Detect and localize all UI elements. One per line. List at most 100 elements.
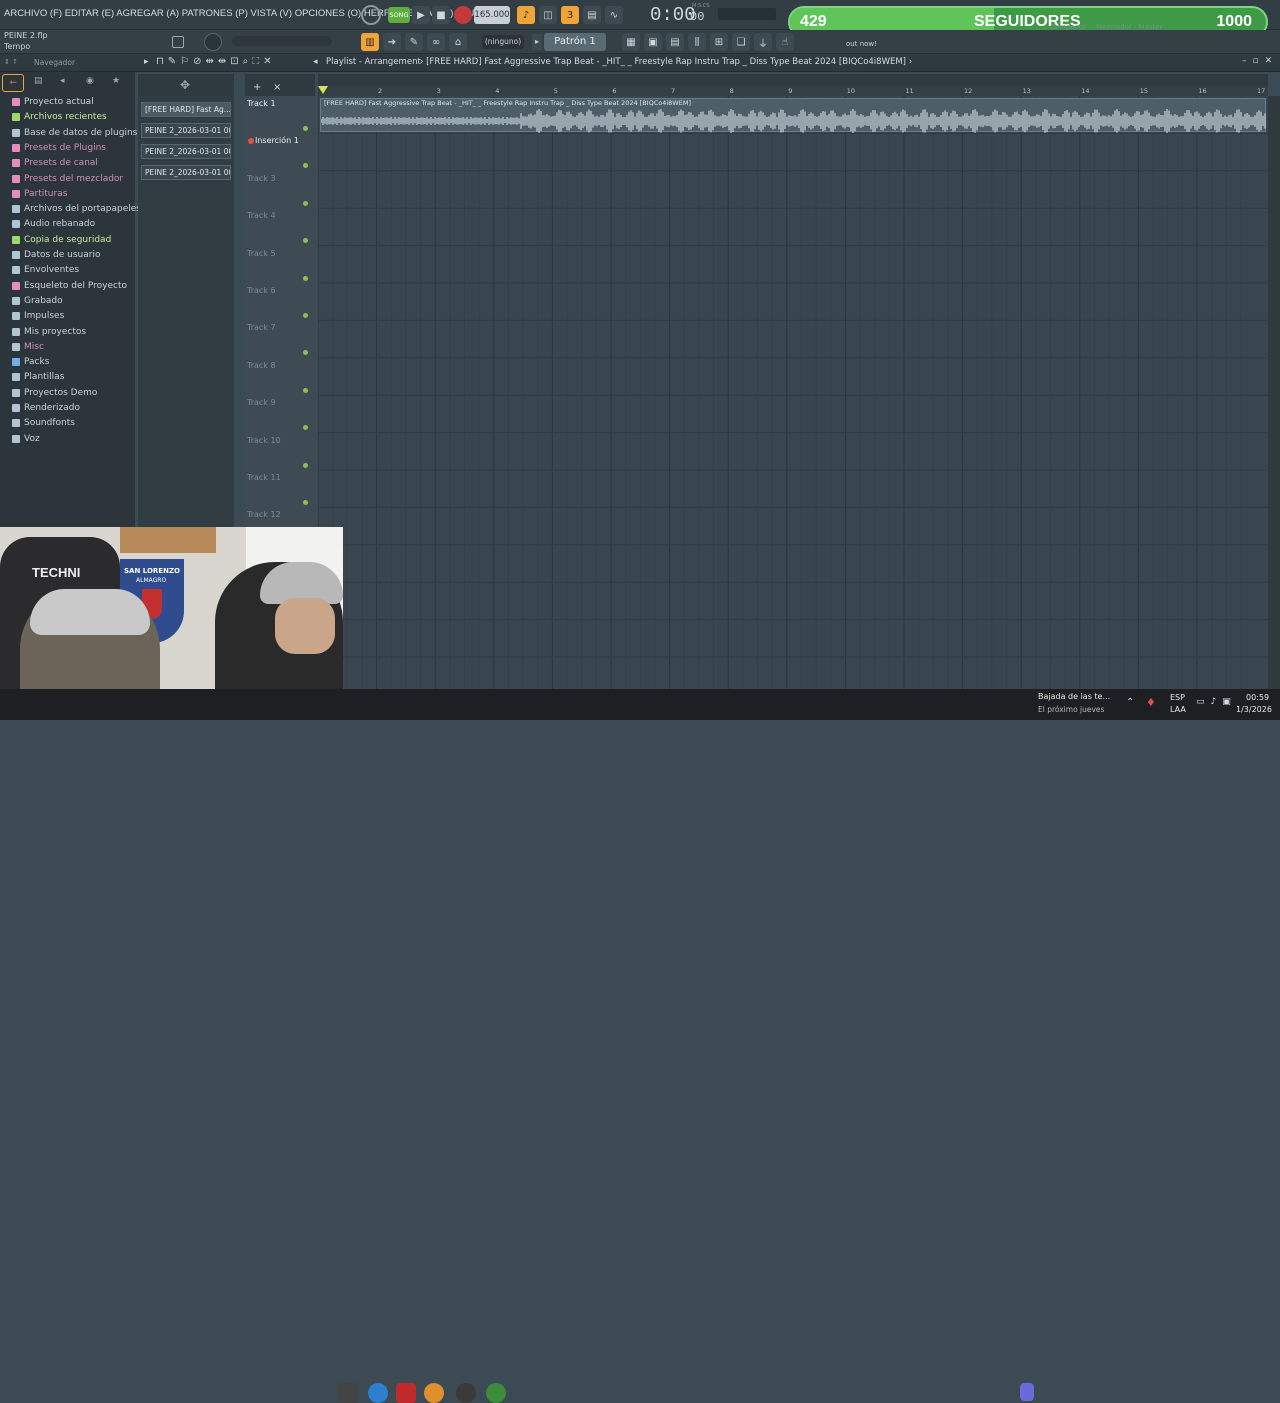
blend-notes-icon[interactable]: ∿ <box>605 6 623 24</box>
track-mute-led[interactable] <box>303 425 308 431</box>
fl-studio-icon[interactable] <box>424 1383 444 1403</box>
track-label[interactable]: Track 5 <box>247 249 276 258</box>
menu-vista[interactable]: VISTA (V) <box>251 8 293 19</box>
playlist-menu-arrow[interactable]: ▸ <box>144 57 149 67</box>
browser-icon[interactable]: ⊞ <box>710 33 728 51</box>
link-tool-icon[interactable]: ∞ <box>427 33 445 51</box>
playlist-grid[interactable]: [FREE HARD] Fast Aggressive Trap Beat - … <box>318 96 1268 689</box>
mixer-icon[interactable]: ▦ <box>622 33 640 51</box>
pattern-select[interactable]: Patrón 1 <box>544 33 606 51</box>
browser-item[interactable]: Envolventes <box>12 265 79 275</box>
browser-item[interactable]: Audio rebanado <box>12 219 95 229</box>
epic-games-icon[interactable] <box>338 1383 358 1403</box>
browser-all-tab[interactable]: ⇽ <box>2 74 24 92</box>
pencil-tool-icon[interactable]: ✎ <box>405 33 423 51</box>
track-label[interactable]: Track 10 <box>247 436 281 445</box>
loop-record-icon[interactable] <box>361 5 381 25</box>
timeline-ruler[interactable]: 2 3 4 5 6 7 8 9 10 11 12 13 14 15 16 17 <box>318 86 1268 96</box>
browser-item[interactable]: Grabado <box>12 296 63 306</box>
lang-indicator[interactable]: ESP <box>1170 693 1185 702</box>
weather-icon[interactable] <box>1020 1383 1034 1401</box>
picker-clip-0[interactable]: [FREE HARD] Fast Ag... <box>141 102 231 117</box>
browser-item[interactable]: Archivos recientes <box>12 112 107 122</box>
menu-agregar[interactable]: AGREGAR (A) <box>116 8 179 19</box>
snap-select[interactable]: (ninguno) <box>482 35 524 49</box>
playhead-marker[interactable] <box>318 86 328 94</box>
channel-rack-icon[interactable]: ▣ <box>644 33 662 51</box>
record-button[interactable] <box>454 6 472 24</box>
song-mode-button[interactable]: SONG <box>388 7 410 23</box>
news-title[interactable]: Bajada de las te... <box>1038 692 1110 701</box>
metronome-icon[interactable]: ♪ <box>517 6 535 24</box>
track-mute-led[interactable] <box>303 126 308 131</box>
track-mute-led[interactable] <box>303 462 308 468</box>
browser-item[interactable]: Plantillas <box>12 372 64 382</box>
browser-item[interactable]: Impulses <box>12 311 64 321</box>
tray-system-icons[interactable]: ▭♪▣ <box>1196 697 1237 707</box>
playlist-back-arrow[interactable]: ◂ <box>313 57 318 67</box>
track-mute-led[interactable] <box>303 275 308 281</box>
browser-item[interactable]: Presets del mezclador <box>12 174 123 184</box>
chrome-icon[interactable] <box>368 1383 388 1403</box>
chrome-alt-icon[interactable] <box>486 1383 506 1403</box>
browser-item[interactable]: Proyecto actual <box>12 97 94 107</box>
track-mute-led[interactable] <box>303 500 308 505</box>
track-label[interactable]: Track 8 <box>247 361 276 370</box>
browser-item[interactable]: Presets de canal <box>12 158 98 168</box>
nav-arrows-icon[interactable]: ⇕ ↑ <box>4 58 18 66</box>
record-arm-icon[interactable] <box>248 138 254 144</box>
arrow-tool-icon[interactable]: ➔ <box>383 33 401 51</box>
menu-archivo[interactable]: ARCHIVO (F) <box>4 8 62 19</box>
track-label[interactable]: Track 1 <box>247 99 276 108</box>
menu-opciones[interactable]: OPCIONES (O) <box>295 8 362 19</box>
scroll-bar[interactable] <box>318 74 1268 86</box>
browser-item[interactable]: Archivos del portapapeles <box>12 204 141 214</box>
tempo-display[interactable]: 165.000 <box>474 6 510 24</box>
playlist-view-icon[interactable]: ▥ <box>361 33 379 51</box>
countdown-icon[interactable]: 3 <box>561 6 579 24</box>
track-mute-led[interactable] <box>303 350 308 356</box>
track-mute-led[interactable] <box>303 387 308 393</box>
browser-item[interactable]: Packs <box>12 357 49 367</box>
track-mute-led[interactable] <box>303 238 308 244</box>
track-label[interactable]: Track 4 <box>247 211 276 220</box>
browser-plugin-tab[interactable]: ◉ <box>86 76 94 86</box>
browser-item[interactable]: Partituras <box>12 189 67 199</box>
track-label[interactable]: Track 7 <box>247 323 276 332</box>
remove-track-icon[interactable]: × <box>273 82 281 93</box>
mic-icon[interactable]: ♦ <box>1146 696 1156 709</box>
picker-clip-2[interactable]: PEINE 2_2026-03-01 00-... <box>141 144 231 159</box>
pattern-prev-button[interactable]: ▸ <box>532 34 542 50</box>
track-mute-led[interactable] <box>303 313 308 318</box>
browser-item[interactable]: Mis proyectos <box>12 327 86 337</box>
piano-roll-icon[interactable]: ▤ <box>666 33 684 51</box>
plug-icon[interactable]: ⏚ <box>754 33 772 51</box>
app-red-icon[interactable] <box>396 1383 416 1403</box>
play-button[interactable]: ▶ <box>412 6 430 24</box>
sliders-icon[interactable]: ⫼ <box>688 33 706 51</box>
wait-input-icon[interactable]: ◫ <box>539 6 557 24</box>
track-label[interactable]: Track 11 <box>247 473 281 482</box>
browser-item[interactable]: Base de datos de plugins <box>12 128 137 138</box>
master-volume-knob[interactable] <box>204 33 222 51</box>
master-toggle-icon[interactable] <box>172 36 184 48</box>
add-track-icon[interactable]: + <box>253 82 261 93</box>
step-edit-icon[interactable]: ▤ <box>583 6 601 24</box>
picker-clip-1[interactable]: PEINE 2_2026-03-01 00-... <box>141 123 231 138</box>
menu-patrones[interactable]: PATRONES (P) <box>182 8 248 19</box>
audio-clip[interactable]: [FREE HARD] Fast Aggressive Trap Beat - … <box>320 98 1266 133</box>
clock-time[interactable]: 00:59 <box>1246 693 1269 702</box>
track-label[interactable]: Track 9 <box>247 398 276 407</box>
master-pitch-slider[interactable] <box>232 36 332 46</box>
window-controls[interactable]: –▫✕ <box>1242 56 1278 66</box>
track-label[interactable]: Track 6 <box>247 286 276 295</box>
vertical-scrollbar[interactable] <box>1268 96 1280 689</box>
picker-clip-3[interactable]: PEINE 2_2026-03-01 00-... <box>141 165 231 180</box>
playlist-tools-icons[interactable]: ⊓✎⚐⊘⇹⇹⊡⌕⛶✕ <box>156 56 276 67</box>
picker-add-icon[interactable]: ✥ <box>180 78 190 92</box>
document-icon[interactable]: ❑ <box>732 33 750 51</box>
browser-item[interactable]: Proyectos Demo <box>12 388 97 398</box>
browser-item[interactable]: Copia de seguridad <box>12 235 111 245</box>
browser-item[interactable]: Misc <box>12 342 44 352</box>
browser-item[interactable]: Voz <box>12 434 40 444</box>
